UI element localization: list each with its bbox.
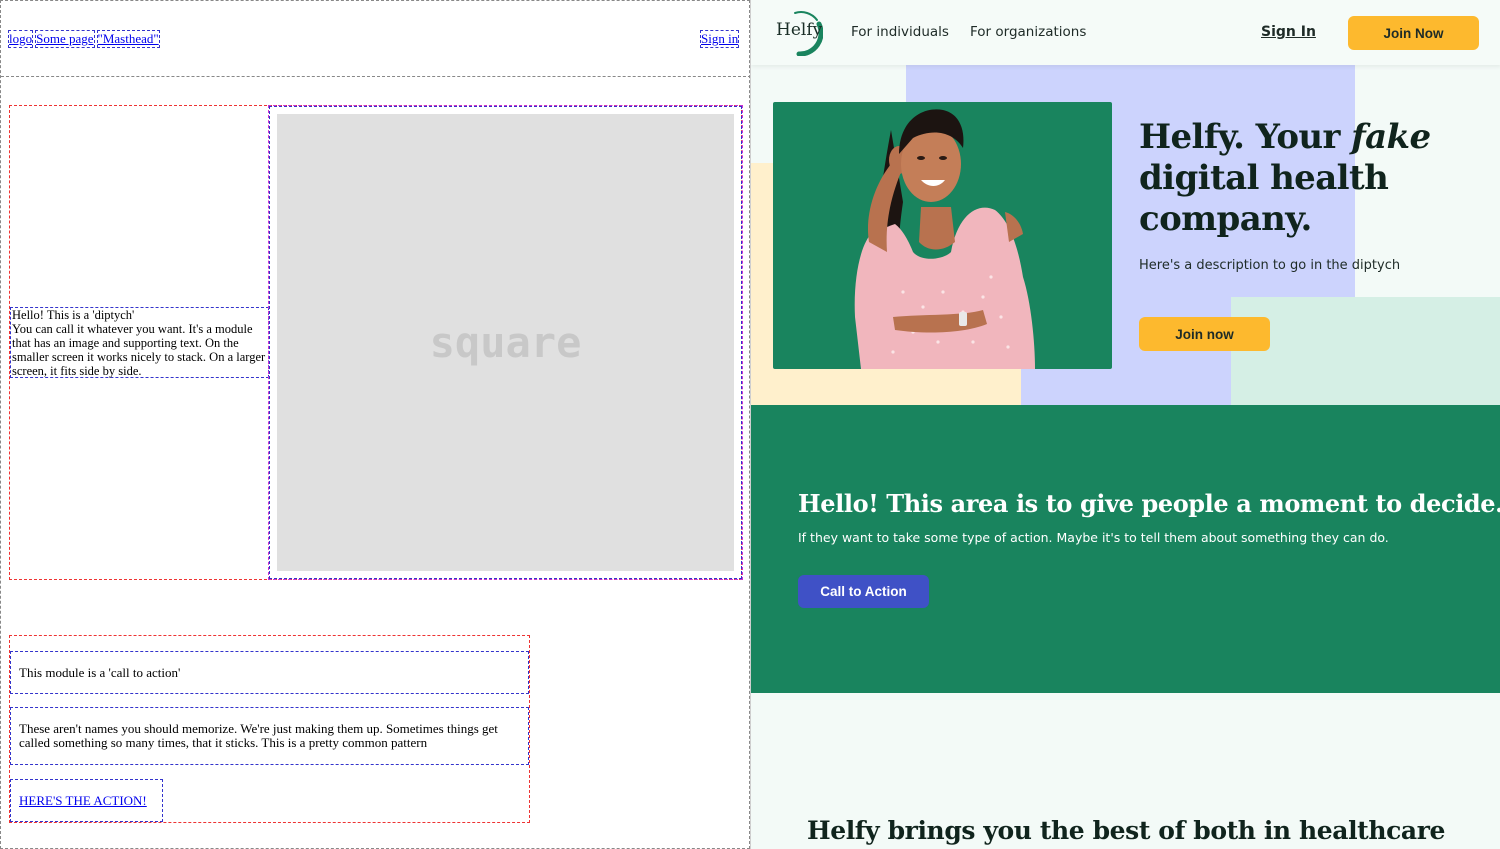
wireframe-logo-link[interactable]: logo xyxy=(7,30,34,48)
wireframe-diptych-text: Hello! This is a 'diptych' You can call … xyxy=(10,307,269,378)
hero-photo xyxy=(773,102,1112,369)
hero-mint-block xyxy=(1231,297,1500,405)
nav-for-individuals[interactable]: For individuals xyxy=(851,24,949,40)
header-sign-in-link[interactable]: Sign In xyxy=(1261,24,1316,40)
hero-title-prefix: Helfy. Your xyxy=(1139,117,1352,157)
hero-title: Helfy. Your fake digital health company. xyxy=(1139,117,1469,240)
wireframe-cta-body: These aren't names you should memorize. … xyxy=(10,707,529,765)
wireframe-diptych: Hello! This is a 'diptych' You can call … xyxy=(9,105,743,580)
wireframe-sign-in-link[interactable]: Sign in xyxy=(699,30,740,48)
call-to-action-band: Hello! This area is to give people a mom… xyxy=(751,405,1500,693)
cta-band-title: Hello! This area is to give people a mom… xyxy=(798,489,1500,518)
wireframe-diptych-copy: Hello! This is a 'diptych' You can call … xyxy=(12,308,266,378)
wireframe-masthead: logo Some page "Masthead" Sign in xyxy=(1,1,749,77)
wireframe-cta-title: This module is a 'call to action' xyxy=(10,651,529,694)
wireframe-square-placeholder: square xyxy=(277,114,734,571)
nav-for-organizations[interactable]: For organizations xyxy=(970,24,1086,40)
wireframe-cta-link-box: HERE'S THE ACTION! xyxy=(10,779,163,822)
wireframe-pane: logo Some page "Masthead" Sign in Hello!… xyxy=(0,0,750,849)
wireframe-masthead-link[interactable]: "Masthead" xyxy=(96,30,160,48)
wireframe-nav: logo Some page "Masthead" xyxy=(7,30,160,48)
call-to-action-button[interactable]: Call to Action xyxy=(798,575,929,608)
hero-title-suffix: digital health company. xyxy=(1139,158,1389,239)
logo-text[interactable]: Helfy xyxy=(776,20,822,40)
wireframe-diptych-image-frame: square xyxy=(268,105,743,580)
square-label: square xyxy=(429,318,582,367)
site-header: Helfy For individuals For organizations … xyxy=(751,0,1500,65)
header-join-now-button[interactable]: Join Now xyxy=(1348,16,1479,50)
cta-band-subtitle: If they want to take some type of action… xyxy=(798,530,1389,545)
woman-portrait-illustration xyxy=(854,109,1035,369)
wireframe-action-link[interactable]: HERE'S THE ACTION! xyxy=(19,793,147,809)
hero-join-now-button[interactable]: Join now xyxy=(1139,317,1270,351)
designed-page-pane: Helfy For individuals For organizations … xyxy=(750,0,1500,849)
hero-description: Here's a description to go in the diptyc… xyxy=(1139,258,1401,273)
hero-title-emphasis: fake xyxy=(1351,117,1431,157)
wireframe-some-page-link[interactable]: Some page xyxy=(35,30,95,48)
hero-diptych: Helfy. Your fake digital health company.… xyxy=(751,65,1500,405)
section-heading: Helfy brings you the best of both in hea… xyxy=(806,816,1445,845)
wireframe-call-to-action: This module is a 'call to action' These … xyxy=(9,635,530,823)
